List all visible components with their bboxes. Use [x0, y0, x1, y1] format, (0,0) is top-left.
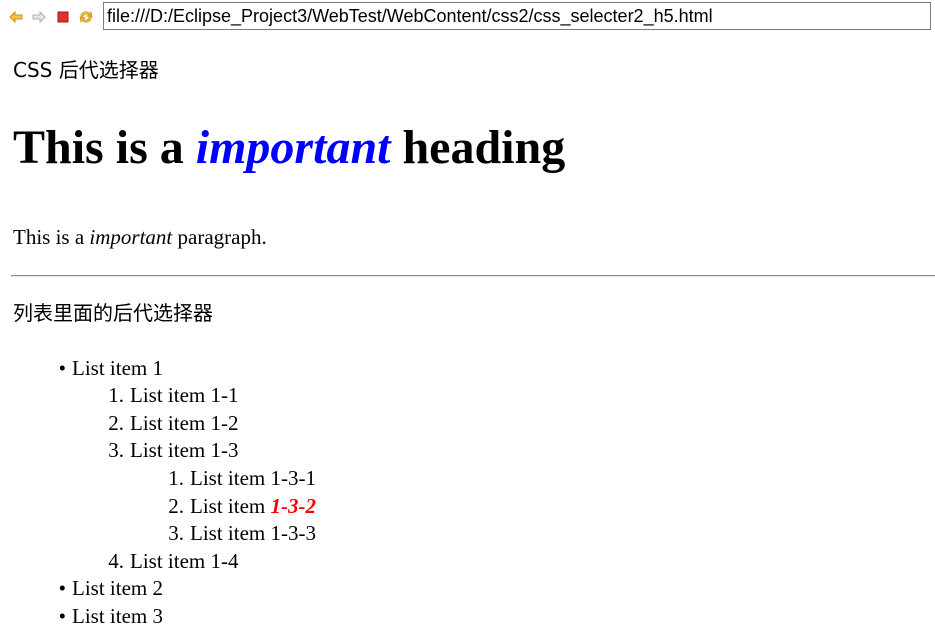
paragraph-text-before: This is a [13, 225, 90, 249]
list-item: 2. List item 1-2 [100, 411, 239, 435]
list-item: • List item 1 [54, 356, 163, 380]
list-item: 3. List item 1-3 [100, 438, 239, 462]
list-item: 2. List item 1-3-2 [160, 494, 316, 518]
list-item: 3. List item 1-3-3 [160, 521, 316, 545]
list-item-label: List item 3 [72, 604, 163, 628]
horizontal-rule [11, 275, 935, 277]
list-item-label: List item 1 [72, 356, 163, 380]
bullet-marker: • [58, 576, 66, 600]
section-title-css-descendant: CSS 后代选择器 [13, 58, 159, 82]
ordinal-marker: 2. [108, 411, 124, 435]
list-item-label: List item 1-1 [130, 383, 239, 407]
url-input[interactable]: file:///D:/Eclipse_Project3/WebTest/WebC… [103, 2, 931, 30]
list-item: 4. List item 1-4 [100, 549, 239, 573]
paragraph-important-text: important [89, 225, 173, 249]
highlighted-descendant-text: 1-3-2 [270, 494, 317, 518]
important-paragraph: This is a important paragraph. [13, 225, 267, 249]
section-title-text: CSS 后代选择器 [13, 58, 159, 82]
ordinal-marker: 3. [168, 521, 184, 545]
ordinal-marker: 1. [108, 383, 124, 407]
page-heading: This is a important heading [13, 122, 565, 174]
ordinal-marker: 3. [108, 438, 124, 462]
list-item-label: List item 1-3-1 [190, 466, 316, 490]
section-title-text: 列表里面的后代选择器 [13, 301, 213, 325]
back-arrow-icon[interactable] [8, 9, 24, 25]
heading-text-after: heading [390, 121, 566, 174]
list-item-label: List item 2 [72, 576, 163, 600]
list-item-label: List item [190, 494, 271, 518]
browser-toolbar: file:///D:/Eclipse_Project3/WebTest/WebC… [0, 0, 935, 34]
list-item-label: List item 1-4 [130, 549, 239, 573]
forward-arrow-icon[interactable] [31, 9, 47, 25]
list-item-label: List item 1-2 [130, 411, 239, 435]
list-item-label: List item 1-3-3 [190, 521, 316, 545]
section-title-list-descendant: 列表里面的后代选择器 [13, 301, 213, 325]
ordinal-marker: 2. [168, 494, 184, 518]
ordinal-marker: 4. [108, 549, 124, 573]
list-item: 1. List item 1-1 [100, 383, 239, 407]
bullet-marker: • [58, 356, 66, 380]
stop-icon[interactable] [55, 9, 71, 25]
page-content: CSS 后代选择器 This is a important heading Th… [0, 34, 935, 629]
heading-important-text: important [195, 121, 391, 174]
list-item: • List item 2 [54, 576, 163, 600]
list-item-label: List item 1-3 [130, 438, 239, 462]
bullet-marker: • [58, 604, 66, 628]
refresh-icon[interactable] [78, 9, 94, 25]
ordinal-marker: 1. [168, 466, 184, 490]
list-item: • List item 3 [54, 604, 163, 628]
list-item: 1. List item 1-3-1 [160, 466, 316, 490]
heading-text-before: This is a [13, 121, 196, 174]
paragraph-text-after: paragraph. [172, 225, 267, 249]
